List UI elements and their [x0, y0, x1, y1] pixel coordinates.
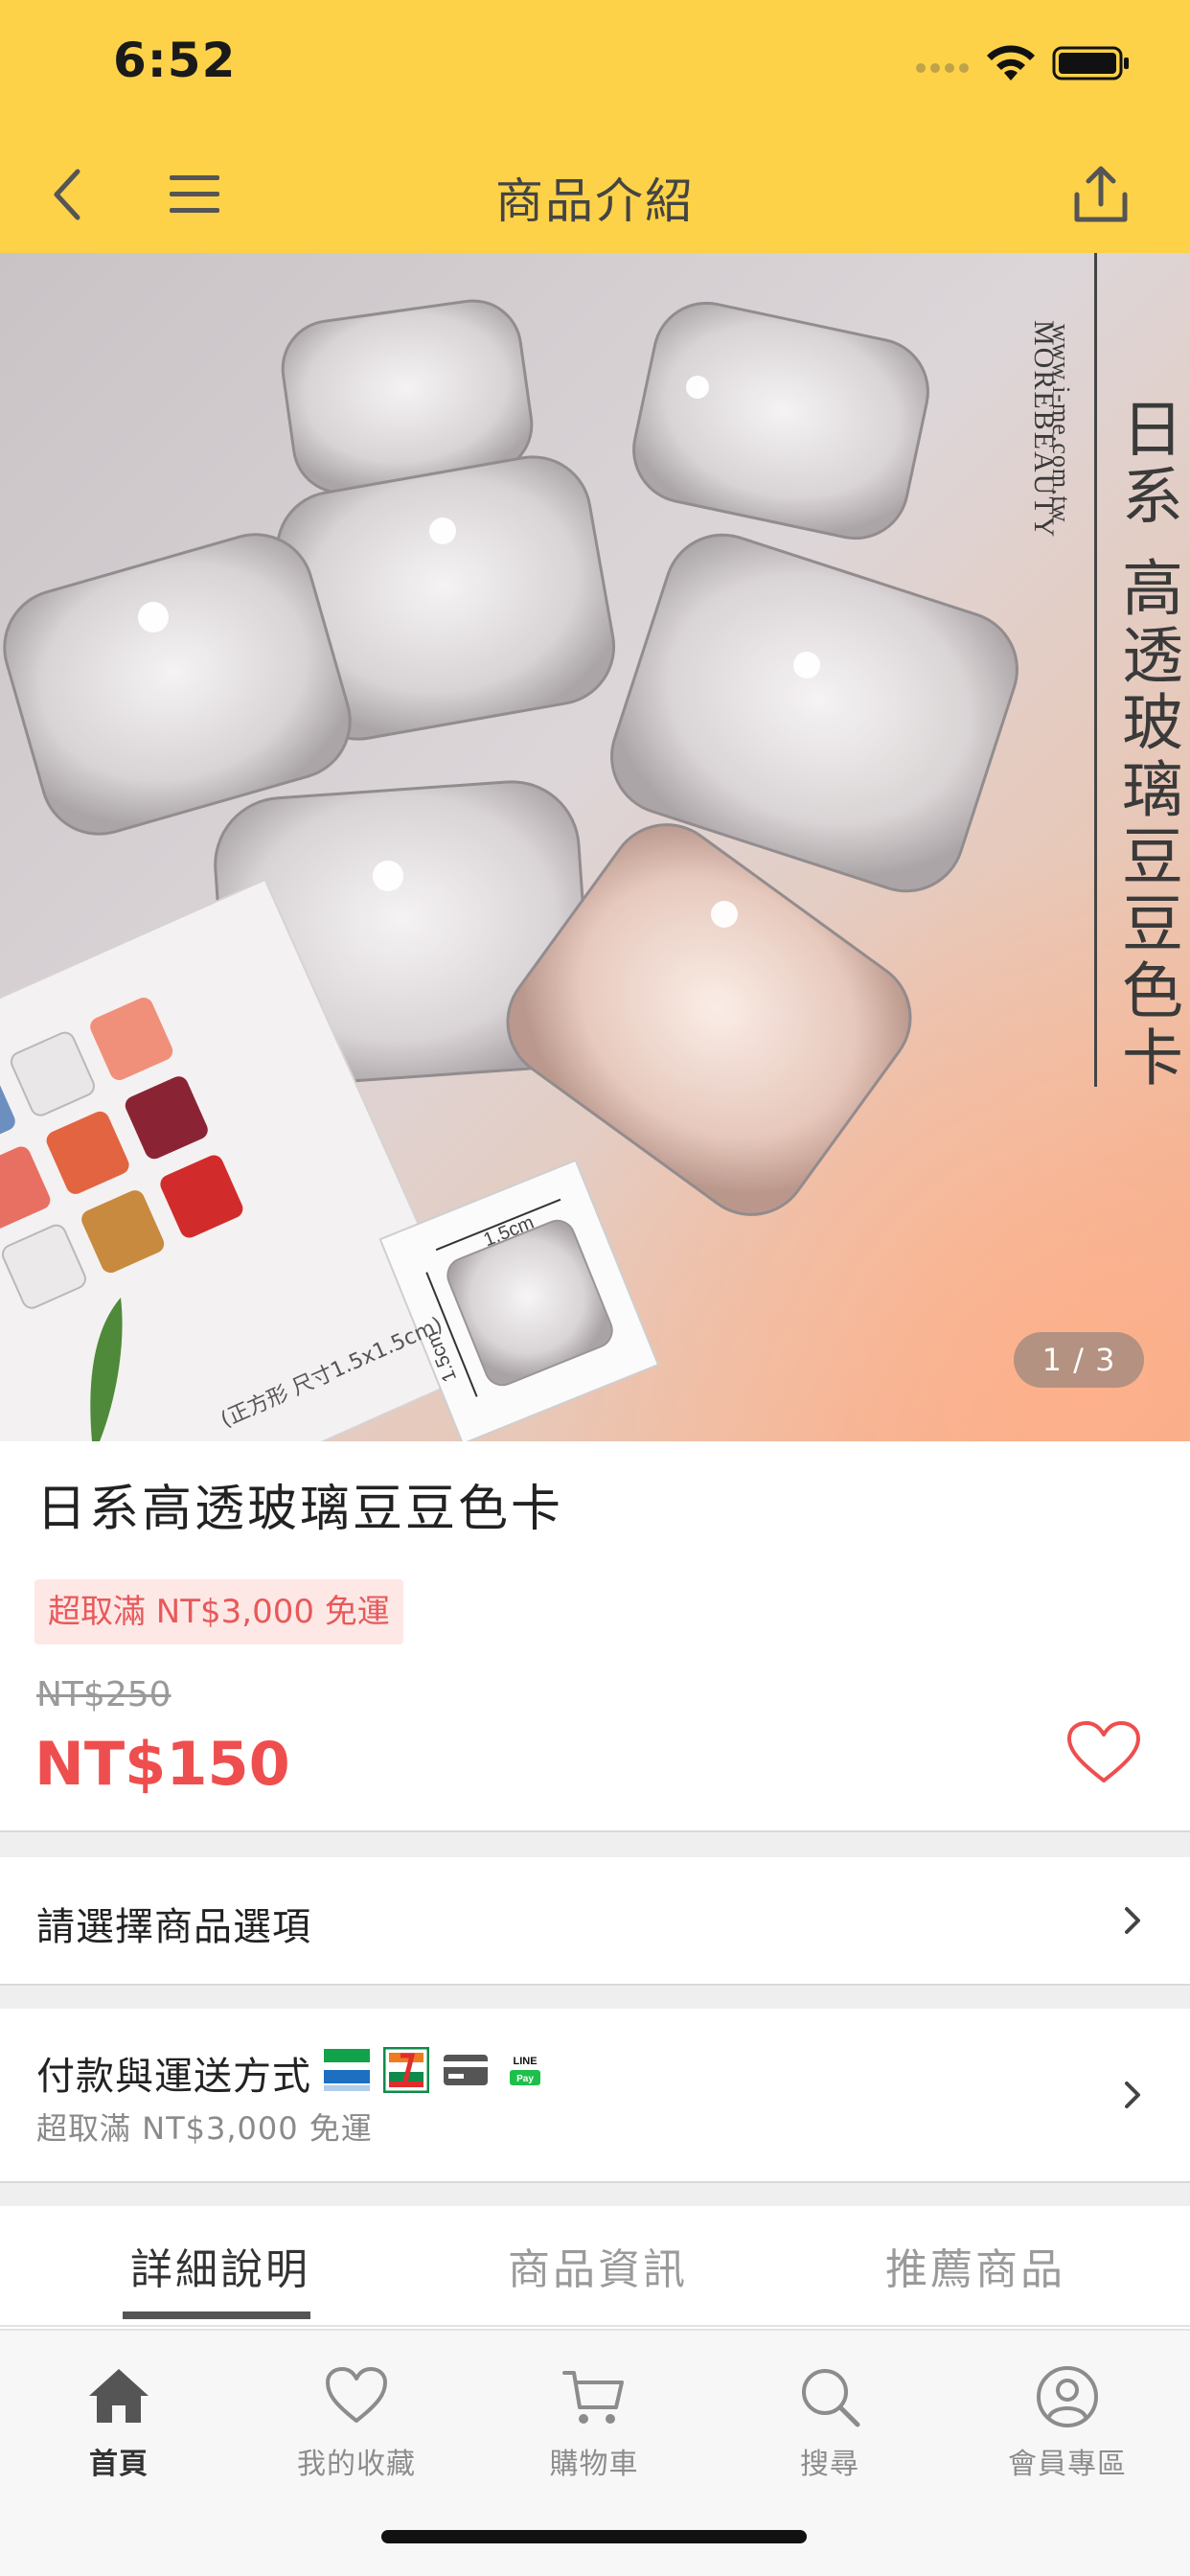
familymart-icon: [324, 2049, 370, 2091]
payment-shipping-label: 付款與運送方式: [36, 2055, 311, 2099]
page-title: 商品介紹: [495, 173, 695, 229]
share-button[interactable]: [1058, 151, 1144, 238]
bottom-nav-favorites[interactable]: 我的收藏: [261, 2363, 452, 2482]
battery-icon: [1052, 46, 1129, 80]
status-time: 6:52: [113, 33, 237, 88]
home-indicator: [381, 2530, 807, 2543]
tab-product-info[interactable]: 商品資訊: [508, 2235, 688, 2296]
bottom-nav-search[interactable]: 搜尋: [734, 2363, 926, 2482]
active-tab-indicator: [123, 2312, 310, 2319]
seven-eleven-icon: [383, 2047, 429, 2093]
line-pay-icon: LINE Pay: [510, 2056, 540, 2085]
credit-card-icon: [444, 2055, 488, 2085]
image-pager-indicator: 1 / 3: [1014, 1332, 1144, 1388]
hero-product-title: 日系 高透玻璃豆豆色卡: [1111, 397, 1182, 1093]
bottom-nav-cart[interactable]: 購物車: [498, 2363, 690, 2482]
payment-icons: LINE Pay: [324, 2045, 548, 2095]
chevron-right-icon: [1125, 2082, 1140, 2108]
payment-shipping-note: 超取滿 NT$3,000 免運: [36, 2110, 373, 2147]
signal-icon: [916, 63, 970, 77]
wifi-icon: [987, 45, 1035, 80]
bottom-nav-home-label: 首頁: [89, 2448, 149, 2481]
search-icon: [802, 2369, 860, 2427]
navigation-bar: 商品介紹: [0, 144, 1190, 253]
favorite-button[interactable]: [1065, 1719, 1142, 1786]
product-image-carousel[interactable]: 1.5cm 1.5cm (正方形 尺寸1.5x1.5cm) www.i-me.c…: [0, 253, 1190, 1441]
bottom-nav-member[interactable]: 會員專區: [972, 2363, 1163, 2482]
line-pay-text: LINE: [513, 2056, 537, 2067]
select-options-label: 請選擇商品選項: [36, 1905, 311, 1949]
bottom-nav-cart-label: 購物車: [549, 2448, 639, 2481]
heart-icon: [326, 2367, 387, 2423]
product-name: 日系高透玻璃豆豆色卡: [36, 1481, 564, 1538]
section-gap: [0, 1986, 1190, 2009]
original-price: NT$250: [36, 1675, 172, 1714]
product-info: 日系高透玻璃豆豆色卡 超取滿 NT$3,000 免運 NT$250 NT$150: [0, 1441, 1190, 1830]
svg-text:Pay: Pay: [516, 2074, 534, 2084]
tab-details[interactable]: 詳細說明: [130, 2235, 310, 2296]
hero-divider: [1094, 253, 1097, 1087]
bottom-nav-favorites-label: 我的收藏: [297, 2448, 416, 2481]
brand-name: MOREBEAUTY: [1028, 320, 1060, 540]
heart-icon: [1067, 1721, 1140, 1782]
select-options-row[interactable]: 請選擇商品選項: [0, 1857, 1190, 1984]
bottom-nav-search-label: 搜尋: [800, 2448, 859, 2481]
promo-badge: 超取滿 NT$3,000 免運: [34, 1579, 403, 1644]
tab-recommended[interactable]: 推薦商品: [885, 2235, 1065, 2296]
payment-shipping-row[interactable]: 付款與運送方式 LINE Pay 超取滿 NT$3,000 免運: [0, 2009, 1190, 2181]
user-icon: [1037, 2366, 1098, 2427]
bottom-nav-member-label: 會員專區: [1008, 2448, 1127, 2481]
detail-tabs: 詳細說明 商品資訊 推薦商品: [0, 2206, 1190, 2327]
home-icon: [89, 2369, 149, 2423]
app-header: 6:52 商品介紹: [0, 0, 1190, 253]
share-icon: [1074, 166, 1128, 222]
section-gap: [0, 2183, 1190, 2206]
section-gap: [0, 1832, 1190, 1857]
cart-icon: [562, 2371, 624, 2424]
sale-price: NT$150: [34, 1729, 290, 1799]
bottom-nav-home[interactable]: 首頁: [23, 2363, 215, 2482]
chevron-right-icon: [1125, 1907, 1140, 1934]
